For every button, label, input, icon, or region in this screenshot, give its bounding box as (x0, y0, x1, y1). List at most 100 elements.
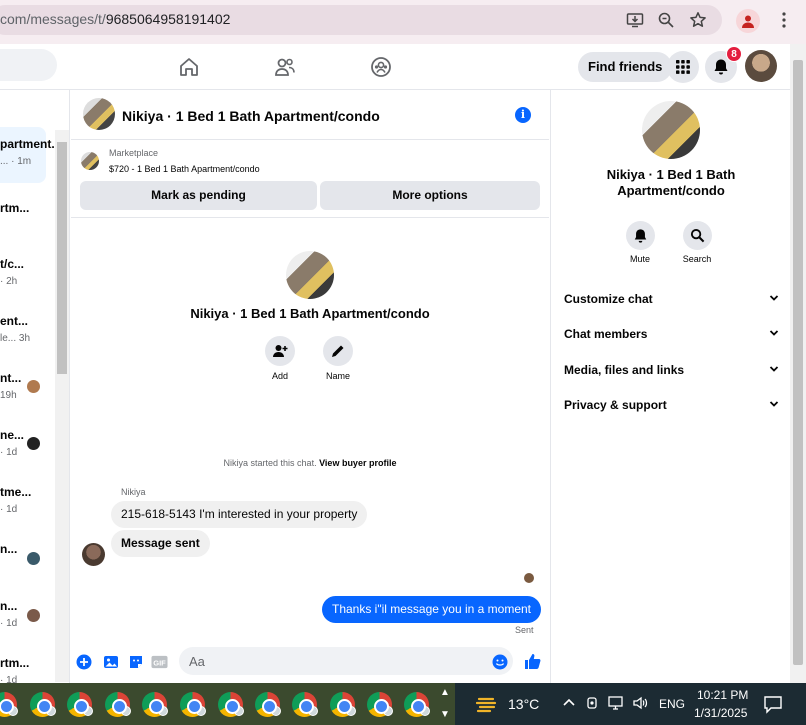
chrome-taskbar-icon[interactable] (142, 692, 168, 717)
taskbar-scroll-down-icon[interactable]: ▼ (440, 709, 450, 720)
chevron-down-icon (769, 356, 779, 384)
page-scrollbar[interactable] (790, 44, 806, 683)
scrollbar-thumb[interactable] (57, 142, 67, 374)
sticker-icon[interactable] (127, 653, 144, 670)
chat-intro-title: Nikiya · 1 Bed 1 Bath Apartment/condo (190, 306, 430, 321)
media-files-links-section[interactable]: Media, files and links (564, 356, 779, 384)
conversation-title: ne... (0, 428, 25, 442)
clock-time[interactable]: 10:21 PM (697, 688, 748, 702)
search-in-conversation-button[interactable] (683, 221, 712, 250)
chrome-taskbar-icon[interactable] (105, 692, 131, 717)
add-label: Add (271, 371, 288, 381)
more-options-button[interactable]: More options (320, 181, 540, 210)
url-text: com/messages/t/9685064958191402 (0, 11, 231, 27)
seen-avatar (27, 609, 40, 622)
listing-title[interactable]: $720 - 1 Bed 1 Bath Apartment/condo (109, 164, 260, 174)
chrome-taskbar-icon[interactable] (367, 692, 393, 717)
conversation-item[interactable]: tme... · 1d (0, 475, 46, 531)
conversation-title: tme... (0, 485, 32, 499)
install-app-icon[interactable] (624, 9, 646, 31)
sender-name: Nikiya (121, 487, 146, 497)
conversation-title: rtm... (0, 656, 30, 670)
bell-icon (634, 228, 647, 243)
bookmark-star-icon[interactable] (687, 9, 709, 31)
chat-members-section[interactable]: Chat members (564, 320, 779, 348)
chrome-taskbar-icon[interactable] (292, 692, 318, 717)
find-friends-button[interactable]: Find friends (578, 52, 673, 82)
customize-chat-section[interactable]: Customize chat (564, 285, 779, 313)
more-actions-icon[interactable] (75, 653, 92, 670)
taskbar-scroll-up-icon[interactable]: ▲ (440, 687, 450, 698)
privacy-support-section[interactable]: Privacy & support (564, 391, 779, 419)
chat-header: Nikiya · 1 Bed 1 Bath Apartment/condo i (71, 90, 549, 140)
chrome-taskbar-icon[interactable] (255, 692, 281, 717)
volume-icon[interactable] (632, 695, 648, 714)
conversation-snippet: · 1d (0, 447, 18, 458)
show-hidden-icons-chevron-icon[interactable] (562, 695, 576, 712)
chrome-taskbar-icon[interactable] (30, 692, 56, 717)
chrome-taskbar-icon[interactable] (404, 692, 430, 717)
zoom-icon[interactable] (655, 9, 677, 31)
conversation-snippet: ... · 1m (0, 156, 32, 167)
conversation-snippet: · 1d (0, 504, 18, 515)
conversation-item[interactable]: t/c... · 2h (0, 247, 46, 303)
menu-grid-icon[interactable] (667, 51, 699, 83)
conversation-snippet: le... 3h (0, 333, 31, 344)
conversation-title: n... (0, 542, 18, 556)
conversation-item[interactable]: partment... ... · 1m (0, 127, 61, 183)
chrome-taskbar-icon[interactable] (330, 692, 356, 717)
mark-as-pending-button[interactable]: Mark as pending (80, 181, 317, 210)
temperature[interactable]: 13°C (508, 696, 539, 712)
input-language[interactable]: ENG (659, 697, 685, 711)
facebook-search-input[interactable] (0, 49, 57, 81)
browser-menu-icon[interactable] (773, 9, 795, 31)
friends-icon[interactable] (272, 54, 298, 80)
gif-icon[interactable]: GIF (151, 653, 168, 670)
windows-taskbar: ▲ ▼ 13°C ENG 10:21 PM 1/31/2025 (0, 683, 806, 725)
outgoing-message[interactable]: Thanks i"il message you in a moment (321, 596, 541, 623)
chat-avatar[interactable] (83, 98, 115, 130)
emoji-icon[interactable] (491, 653, 508, 670)
home-icon[interactable] (176, 54, 202, 80)
sender-avatar[interactable] (82, 543, 105, 566)
incoming-message[interactable]: 215-618-5143 I'm interested in your prop… (111, 501, 368, 528)
seen-avatar (27, 437, 40, 450)
chrome-taskbar-icon[interactable] (180, 692, 206, 717)
account-avatar[interactable] (745, 50, 777, 82)
chat-title[interactable]: Nikiya · 1 Bed 1 Bath Apartment/condo (122, 108, 380, 124)
conversation-item[interactable]: rtm... · 1d (0, 646, 46, 683)
chrome-taskbar-icon[interactable] (67, 692, 93, 717)
details-avatar[interactable] (642, 101, 700, 159)
chat-details-panel: Nikiya · 1 Bed 1 Bath Apartment/condo Mu… (550, 90, 790, 683)
chrome-taskbar-icon[interactable] (0, 692, 18, 717)
photo-icon[interactable] (102, 653, 119, 670)
conversation-snippet: 19h (0, 390, 17, 401)
mute-button[interactable] (626, 221, 655, 250)
taskbar-apps: ▲ ▼ (0, 683, 455, 725)
conversation-title: rtm... (0, 201, 30, 215)
view-buyer-profile-link[interactable]: View buyer profile (319, 458, 396, 468)
url-field[interactable]: com/messages/t/9685064958191402 (0, 5, 722, 35)
conversation-list-scrollbar[interactable] (55, 130, 69, 682)
search-label: Search (682, 254, 712, 264)
chrome-taskbar-icon[interactable] (218, 692, 244, 717)
incoming-message[interactable]: Message sent (111, 530, 210, 557)
conversation-item[interactable]: rtm... (0, 191, 46, 247)
message-input[interactable] (179, 647, 513, 675)
clock-date[interactable]: 1/31/2025 (694, 706, 747, 720)
add-people-button[interactable] (265, 336, 295, 366)
weather-icon[interactable] (475, 693, 500, 718)
scrollbar-thumb[interactable] (793, 60, 803, 665)
like-thumb-icon[interactable] (522, 651, 542, 671)
webcam-status-icon[interactable] (586, 695, 600, 714)
browser-profile-icon[interactable] (736, 9, 760, 33)
conversation-item[interactable]: ent... le... 3h (0, 304, 46, 360)
groups-icon[interactable] (368, 54, 394, 80)
svg-text:GIF: GIF (153, 658, 166, 667)
info-icon[interactable]: i (515, 107, 531, 123)
listing-thumbnail[interactable] (81, 152, 99, 170)
notification-center-icon[interactable] (763, 694, 783, 717)
conversation-title: ent... (0, 314, 29, 328)
network-icon[interactable] (607, 695, 625, 714)
name-button[interactable] (323, 336, 353, 366)
